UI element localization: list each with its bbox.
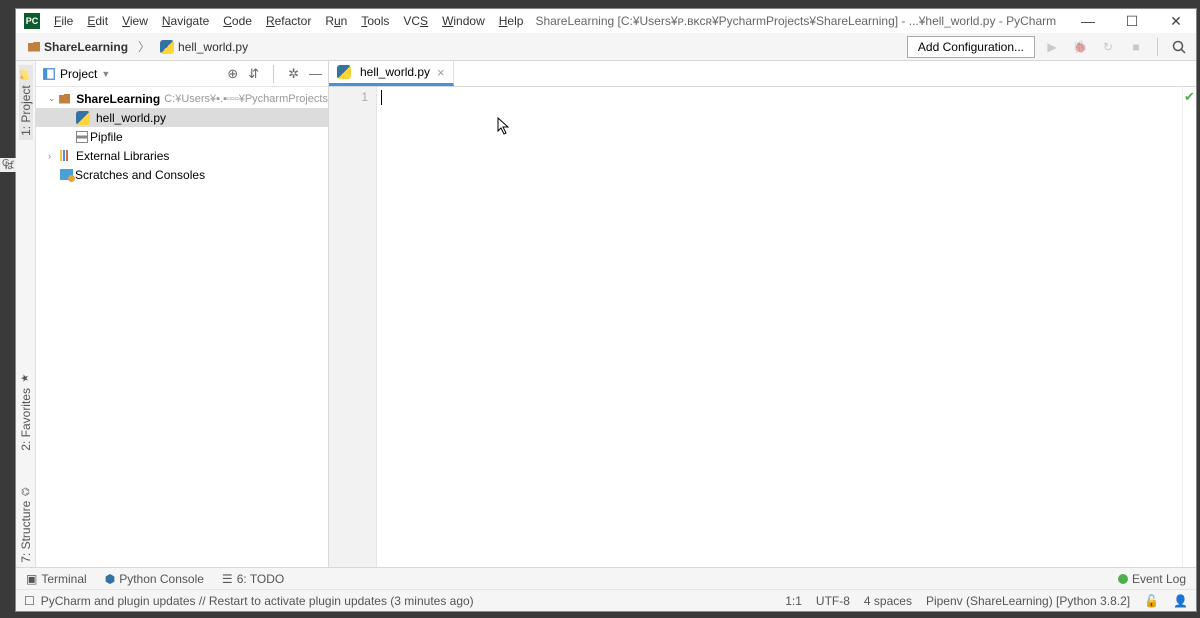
menu-vcs[interactable]: VCS bbox=[397, 12, 434, 30]
ime-indicator-2: G bbox=[2, 158, 10, 169]
breadcrumb-project[interactable]: ShareLearning bbox=[22, 38, 134, 56]
separator bbox=[1157, 38, 1158, 56]
chevron-down-icon: ⌄ bbox=[48, 93, 59, 104]
status-interpreter[interactable]: Pipenv (ShareLearning) [Python 3.8.2] bbox=[926, 594, 1130, 608]
close-button[interactable]: ✕ bbox=[1164, 9, 1188, 33]
chevron-down-icon: ▼ bbox=[101, 69, 110, 79]
window-title: ShareLearning [C:¥Users¥ᴘ.ʙᴋᴄʀ¥PycharmPr… bbox=[535, 14, 1076, 28]
minimize-button[interactable]: — bbox=[1076, 9, 1100, 33]
maximize-button[interactable]: ☐ bbox=[1120, 9, 1144, 33]
libraries-icon bbox=[60, 150, 74, 161]
python-icon: ⬢ bbox=[105, 572, 115, 586]
main-menu: File Edit View Navigate Code Refactor Ru… bbox=[48, 12, 529, 30]
update-icon: ☐ bbox=[24, 594, 35, 608]
tree-file-pipfile[interactable]: Pipfile bbox=[36, 127, 328, 146]
python-file-icon bbox=[76, 111, 90, 125]
mouse-cursor-icon bbox=[497, 117, 511, 140]
chevron-right-icon: › bbox=[48, 151, 60, 161]
tree-file-hellworld[interactable]: hell_world.py bbox=[36, 108, 328, 127]
expand-all-icon[interactable]: ⇵ bbox=[248, 66, 259, 82]
notification-dot-icon bbox=[1118, 574, 1128, 584]
python-file-icon bbox=[160, 40, 174, 54]
status-encoding[interactable]: UTF-8 bbox=[816, 594, 850, 608]
status-indent[interactable]: 4 spaces bbox=[864, 594, 912, 608]
menu-help[interactable]: Help bbox=[493, 12, 530, 30]
add-configuration-button[interactable]: Add Configuration... bbox=[907, 36, 1035, 58]
scratches-icon bbox=[60, 169, 73, 180]
close-tab-icon[interactable]: × bbox=[437, 65, 445, 80]
stop-icon[interactable]: ■ bbox=[1125, 36, 1147, 58]
tool-terminal[interactable]: ▣Terminal bbox=[26, 572, 87, 586]
sidebar-tab-structure[interactable]: 7: Structure⌬ bbox=[19, 484, 33, 567]
tool-todo[interactable]: ☰6: TODO bbox=[222, 572, 284, 586]
code-editor[interactable] bbox=[377, 87, 1182, 567]
app-icon: PC bbox=[24, 13, 40, 29]
folder-icon bbox=[59, 94, 70, 104]
terminal-icon: ▣ bbox=[26, 572, 37, 586]
menu-run[interactable]: Run bbox=[319, 12, 353, 30]
debug-icon[interactable]: 🐞 bbox=[1069, 36, 1091, 58]
check-icon: ✔ bbox=[1183, 87, 1196, 105]
search-icon[interactable] bbox=[1168, 36, 1190, 58]
folder-icon bbox=[28, 42, 40, 52]
settings-icon[interactable]: ✲ bbox=[288, 66, 299, 82]
pipfile-icon bbox=[76, 131, 88, 143]
editor-markers: ✔ bbox=[1182, 87, 1196, 567]
structure-icon: ⌬ bbox=[21, 487, 30, 498]
tree-scratches[interactable]: Scratches and Consoles bbox=[36, 165, 328, 184]
editor-tab-hellworld[interactable]: hell_world.py × bbox=[329, 61, 454, 86]
editor-gutter: 1 bbox=[329, 87, 377, 567]
locate-icon[interactable]: ⊕ bbox=[227, 66, 238, 82]
menu-view[interactable]: View bbox=[116, 12, 154, 30]
menu-tools[interactable]: Tools bbox=[355, 12, 395, 30]
lock-icon[interactable]: 🔓 bbox=[1144, 594, 1159, 608]
ide-settings-icon[interactable]: 👤 bbox=[1173, 594, 1188, 608]
breadcrumb-project-label: ShareLearning bbox=[44, 40, 128, 54]
menu-window[interactable]: Window bbox=[436, 12, 491, 30]
breadcrumb-file[interactable]: hell_world.py bbox=[154, 38, 254, 56]
sidebar-tab-favorites[interactable]: 2: Favorites★ bbox=[19, 369, 33, 455]
star-icon: ★ bbox=[20, 373, 31, 384]
hide-icon[interactable]: — bbox=[309, 66, 322, 81]
menu-file[interactable]: File bbox=[48, 12, 79, 30]
coverage-icon[interactable]: ↻ bbox=[1097, 36, 1119, 58]
menu-refactor[interactable]: Refactor bbox=[260, 12, 317, 30]
todo-icon: ☰ bbox=[222, 572, 233, 586]
menu-code[interactable]: Code bbox=[217, 12, 258, 30]
menu-navigate[interactable]: Navigate bbox=[156, 12, 215, 30]
status-caret-pos[interactable]: 1:1 bbox=[785, 594, 802, 608]
menu-edit[interactable]: Edit bbox=[81, 12, 114, 30]
python-file-icon bbox=[337, 65, 351, 79]
tree-external-libraries[interactable]: › External Libraries bbox=[36, 146, 328, 165]
project-panel-title[interactable]: Project ▼ bbox=[42, 67, 110, 81]
sidebar-tab-project[interactable]: 1: Project📁 bbox=[19, 65, 33, 140]
run-icon[interactable]: ▶ bbox=[1041, 36, 1063, 58]
breadcrumb-file-label: hell_world.py bbox=[178, 40, 248, 54]
status-message[interactable]: ☐ PyCharm and plugin updates // Restart … bbox=[24, 594, 771, 608]
tool-python-console[interactable]: ⬢Python Console bbox=[105, 572, 204, 586]
tree-project-root[interactable]: ⌄ ShareLearning C:¥Users¥▪.▪▫▫▫¥PycharmP… bbox=[36, 89, 328, 108]
breadcrumb-separator: 〉 bbox=[138, 38, 150, 55]
text-caret bbox=[381, 90, 382, 105]
folder-icon: 📁 bbox=[19, 70, 31, 81]
tool-event-log[interactable]: Event Log bbox=[1118, 572, 1186, 586]
editor-tab-label: hell_world.py bbox=[360, 65, 430, 79]
